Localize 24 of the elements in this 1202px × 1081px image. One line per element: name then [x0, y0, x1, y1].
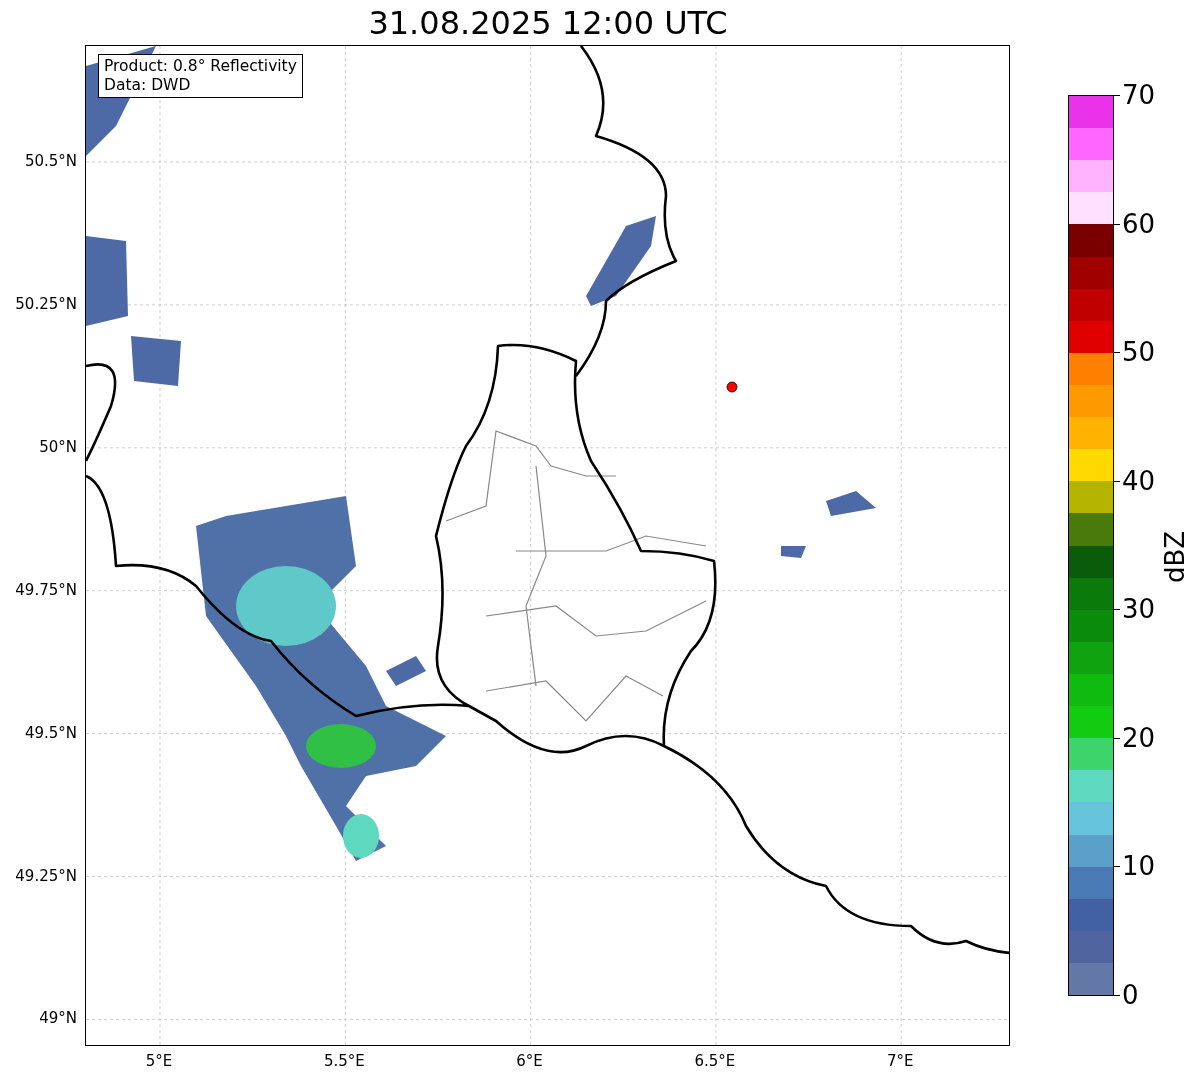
latitude-label: 50.5°N [24, 152, 77, 170]
longitude-label: 5.5°E [323, 1052, 365, 1070]
latitude-label: 50.25°N [15, 294, 77, 313]
colorbar-label: dBZ [1160, 530, 1190, 584]
longitude-label: 7°E [886, 1052, 914, 1070]
chart-title: 31.08.2025 12:00 UTC [368, 4, 728, 42]
latitude-label: 49.75°N [15, 580, 77, 599]
latitude-label: 49.25°N [15, 866, 77, 885]
longitude-label: 6.5°E [694, 1052, 736, 1070]
tick-label: 70 [1122, 80, 1156, 110]
latitude-label: 49.5°N [24, 723, 77, 742]
info-text: Data: DWD [104, 76, 192, 95]
longitude-label: 6°E [516, 1052, 543, 1070]
tick-label: 20 [1122, 722, 1156, 753]
tick-label: 50 [1122, 337, 1156, 368]
tick-label: 60 [1122, 208, 1156, 239]
tick-label: 40 [1122, 465, 1156, 496]
longitude-label: 5°E [145, 1052, 173, 1070]
tick-label: 30 [1122, 594, 1156, 625]
latitude-label: 49°N [39, 1009, 77, 1028]
tick-label: 0 [1122, 980, 1139, 1010]
tick-label: 10 [1122, 851, 1156, 882]
info-text: Product: 0.8° Reflectivity [104, 57, 297, 76]
latitude-label: 50°N [39, 437, 77, 456]
